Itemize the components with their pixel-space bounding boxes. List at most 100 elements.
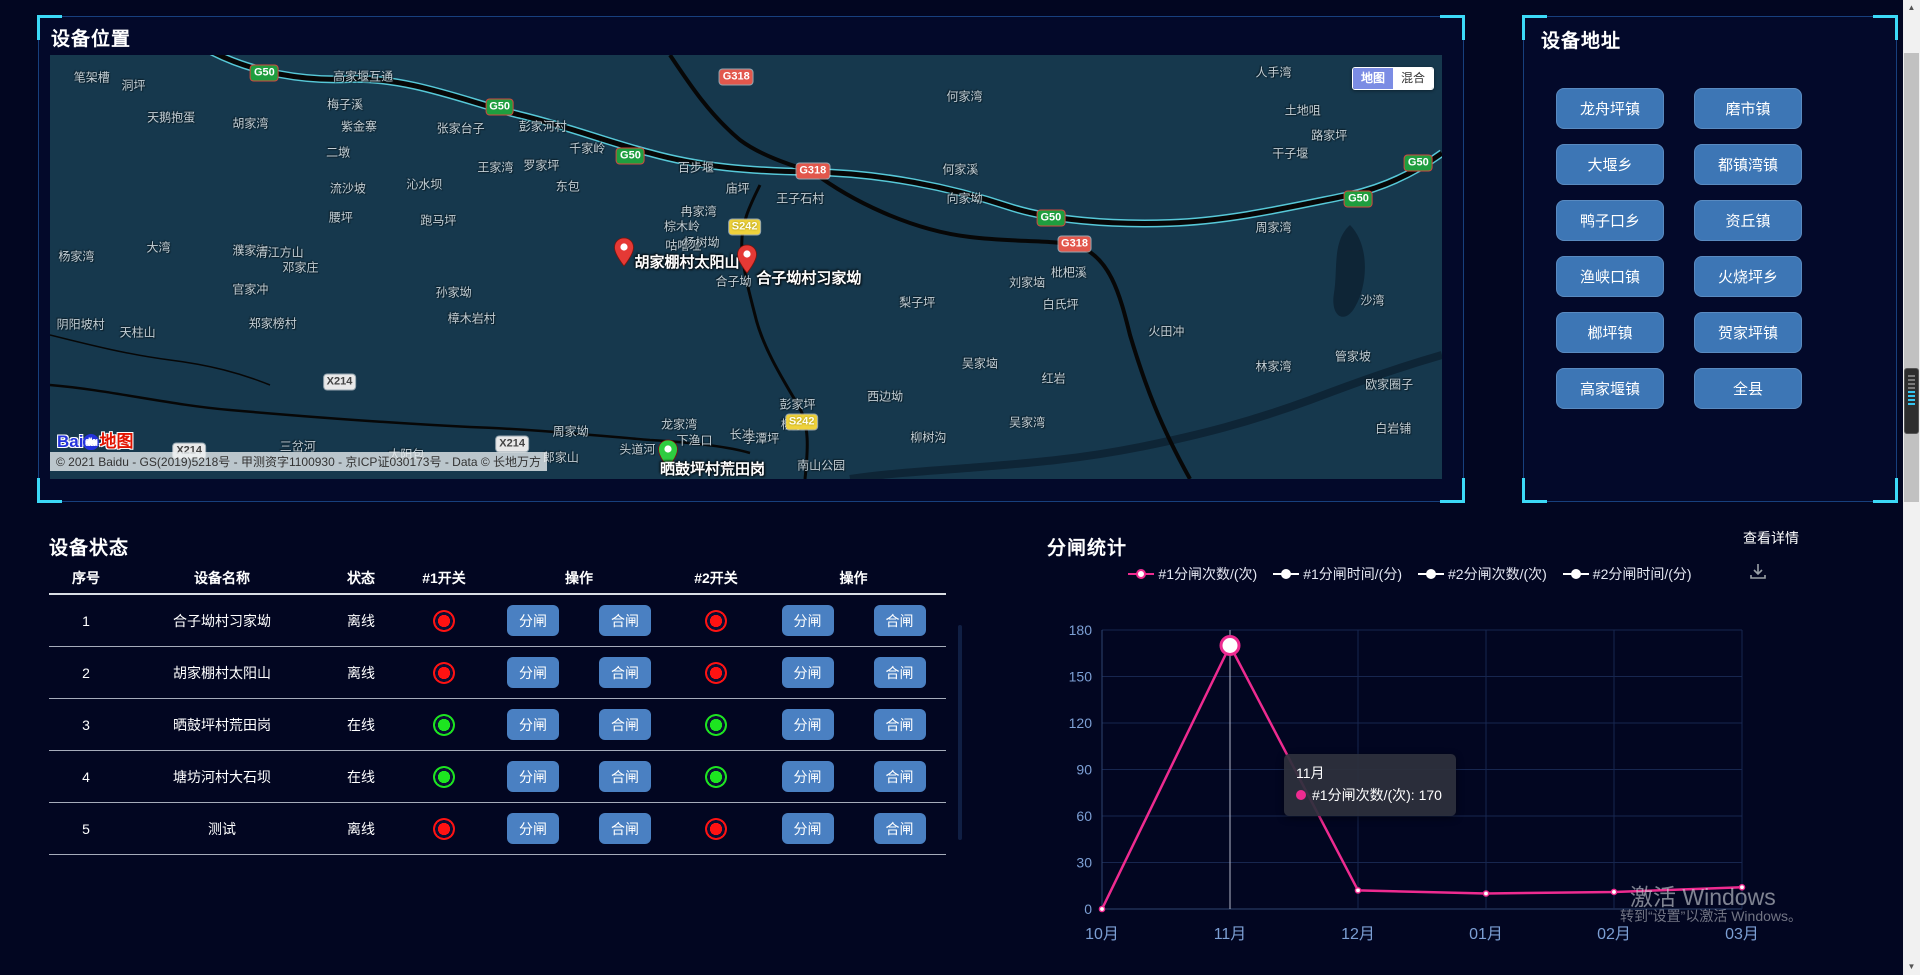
legend-item[interactable]: #1分闸次数/(次) [1128, 564, 1257, 584]
data-point[interactable] [1611, 889, 1616, 894]
map-place-label: 管家坡 [1335, 347, 1371, 364]
device-address-title: 设备地址 [1541, 26, 1621, 53]
legend-item[interactable]: #1分闸时间/(分) [1273, 564, 1402, 584]
page-scrollbar[interactable]: ▲ ▼ [1903, 0, 1920, 975]
address-button-贺家坪镇[interactable]: 贺家坪镇 [1694, 312, 1802, 353]
map-type-map-tab[interactable]: 地图 [1353, 68, 1393, 89]
close-switch1-button[interactable]: 合闸 [599, 657, 651, 688]
data-point[interactable] [1355, 888, 1360, 893]
open-switch1-button[interactable]: 分闸 [507, 761, 559, 792]
chart-tooltip: 11月 #1分闸次数/(次): 170 [1284, 754, 1456, 816]
legend-label: #2分闸时间/(分) [1593, 564, 1692, 584]
close-switch1-button[interactable]: 合闸 [599, 709, 651, 740]
close-switch1-button[interactable]: 合闸 [599, 813, 651, 844]
address-button-榔坪镇[interactable]: 榔坪镇 [1556, 312, 1664, 353]
table-row: 3晒鼓坪村荒田岗在线分闸合闸分闸合闸 [49, 699, 946, 751]
legend-item[interactable]: #2分闸次数/(次) [1418, 564, 1547, 584]
map-attribution: © 2021 Baidu - GS(2019)5218号 - 甲测资字11009… [50, 452, 547, 471]
open-switch2-button[interactable]: 分闸 [782, 709, 834, 740]
legend-item[interactable]: #2分闸时间/(分) [1563, 564, 1692, 584]
address-button-大堰乡[interactable]: 大堰乡 [1556, 144, 1664, 185]
view-details-link[interactable]: 查看详情 [1743, 528, 1799, 548]
scrollbar-indicator-widget [1904, 368, 1919, 434]
legend-label: #1分闸时间/(分) [1303, 564, 1402, 584]
close-switch2-button[interactable]: 合闸 [874, 605, 926, 636]
road-shield-g50: G50 [251, 66, 278, 81]
data-point[interactable] [1099, 906, 1104, 911]
table-row: 1合子坳村习家坳离线分闸合闸分闸合闸 [49, 595, 946, 647]
address-button-全县[interactable]: 全县 [1694, 368, 1802, 409]
cell-seq: 3 [49, 717, 123, 733]
open-switch2-button[interactable]: 分闸 [782, 813, 834, 844]
switch1-indicator-green [433, 766, 455, 788]
map-place-label: 杨家湾 [58, 247, 94, 264]
map-place-label: 干子堰 [1272, 144, 1308, 161]
cell-device-name: 测试 [123, 819, 321, 839]
switch2-indicator-red [705, 610, 727, 632]
address-button-资丘镇[interactable]: 资丘镇 [1694, 200, 1802, 241]
map-place-label: 刘家垴 [1009, 274, 1045, 291]
open-switch2-button[interactable]: 分闸 [782, 761, 834, 792]
scrollbar-down-arrow[interactable]: ▼ [1903, 959, 1920, 975]
scrollbar-thumb[interactable] [1904, 53, 1919, 502]
column-header: 操作 [761, 568, 946, 588]
address-button-火烧坪乡[interactable]: 火烧坪乡 [1694, 256, 1802, 297]
cell-seq: 5 [49, 821, 123, 837]
cell-seq: 4 [49, 769, 123, 785]
x-axis-tick: 10月 [1085, 926, 1119, 943]
map-marker-label: 胡家棚村太阳山 [635, 251, 740, 272]
cell-switch2 [671, 662, 761, 684]
corner-decor [37, 478, 62, 503]
map-marker-pin[interactable] [613, 237, 635, 272]
close-switch2-button[interactable]: 合闸 [874, 657, 926, 688]
map-place-label: 柳树沟 [910, 429, 946, 446]
scrollbar-up-arrow[interactable]: ▲ [1903, 0, 1920, 16]
map-place-label: 棕木岭 [664, 218, 700, 235]
open-switch1-button[interactable]: 分闸 [507, 605, 559, 636]
cell-ops1: 分闸 合闸 [487, 605, 671, 636]
address-button-都镇湾镇[interactable]: 都镇湾镇 [1694, 144, 1802, 185]
address-button-鸭子口乡[interactable]: 鸭子口乡 [1556, 200, 1664, 241]
address-button-龙舟坪镇[interactable]: 龙舟坪镇 [1556, 88, 1664, 129]
map-place-label: 红岩 [1042, 370, 1066, 387]
y-axis-tick: 90 [1076, 762, 1092, 778]
map-place-label: 向家坳 [947, 189, 983, 206]
map-type-hybrid-tab[interactable]: 混合 [1393, 68, 1433, 89]
open-switch1-button[interactable]: 分闸 [507, 813, 559, 844]
windows-activation-hint: 转到“设置”以激活 Windows。 [1620, 906, 1802, 926]
address-button-渔峡口镇[interactable]: 渔峡口镇 [1556, 256, 1664, 297]
map-place-label: 何家湾 [947, 87, 983, 104]
map-place-label: 王子石村 [776, 189, 824, 206]
map-place-label: 千家岭 [569, 139, 605, 156]
cell-ops1: 分闸 合闸 [487, 657, 671, 688]
map-place-label: 东包 [556, 178, 580, 195]
open-switch2-button[interactable]: 分闸 [782, 657, 834, 688]
close-switch2-button[interactable]: 合闸 [874, 813, 926, 844]
map-place-label: 火田冲 [1148, 323, 1184, 340]
close-switch2-button[interactable]: 合闸 [874, 709, 926, 740]
table-row: 5测试离线分闸合闸分闸合闸 [49, 803, 946, 855]
baidu-map[interactable]: 笔架槽洞坪天鹅抱蛋胡家湾高家堰互通梅子溪紫金寨二墩张家台子彭家河村千家岭王家湾罗… [50, 55, 1442, 479]
map-place-label: 郎家山 [543, 448, 579, 465]
x-axis-tick: 01月 [1469, 926, 1503, 943]
highlighted-data-point[interactable] [1221, 637, 1239, 655]
open-switch2-button[interactable]: 分闸 [782, 605, 834, 636]
close-switch1-button[interactable]: 合闸 [599, 605, 651, 636]
corner-decor [1873, 15, 1898, 40]
map-place-label: 阴阳坡村 [57, 316, 105, 333]
map-marker-label: 合子坳村习家坳 [756, 267, 861, 288]
close-switch1-button[interactable]: 合闸 [599, 761, 651, 792]
close-switch2-button[interactable]: 合闸 [874, 761, 926, 792]
legend-label: #2分闸次数/(次) [1448, 564, 1547, 584]
data-point[interactable] [1483, 891, 1488, 896]
table-scrollbar[interactable] [958, 625, 962, 840]
address-button-高家堰镇[interactable]: 高家堰镇 [1556, 368, 1664, 409]
open-switch1-button[interactable]: 分闸 [507, 709, 559, 740]
open-switch1-button[interactable]: 分闸 [507, 657, 559, 688]
map-place-label: 王家湾 [477, 158, 513, 175]
baidu-paw-icon: du [83, 434, 99, 450]
corner-decor [1522, 478, 1547, 503]
baidu-logo[interactable]: Baidu地图 [57, 427, 133, 452]
address-button-磨市镇[interactable]: 磨市镇 [1694, 88, 1802, 129]
map-place-label: 彭家河村 [519, 118, 567, 135]
